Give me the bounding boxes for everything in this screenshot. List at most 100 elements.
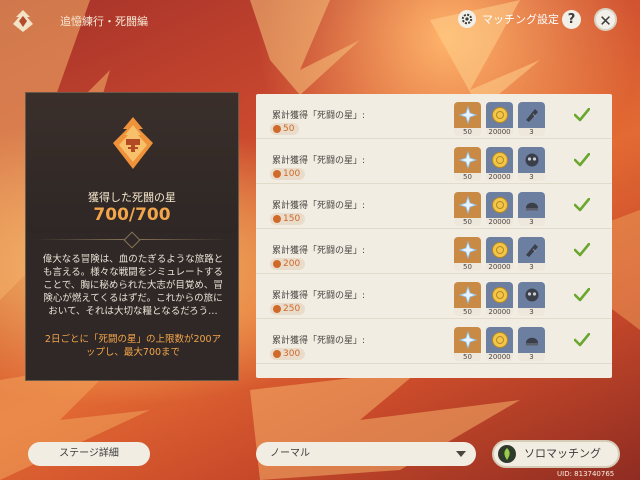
star-summary-header: 獲得した死闘の星 700/700: [26, 93, 238, 233]
reward-item[interactable]: 20000: [486, 192, 513, 226]
claimed-check-icon: [574, 333, 590, 347]
star-gem-icon: [454, 282, 481, 308]
reward-item[interactable]: 50: [454, 192, 481, 226]
star-requirement-value: 200: [283, 259, 301, 269]
reward-row: 累計獲得「死闘の星」: 50 50 20000 3: [256, 94, 612, 139]
star-requirement-value: 100: [283, 169, 301, 179]
star-requirement-badge: 250: [270, 303, 306, 315]
star-gem-icon: [454, 237, 481, 263]
solo-matching-label: ソロマッチング: [524, 447, 601, 460]
reward-item[interactable]: 20000: [486, 237, 513, 271]
reward-item[interactable]: 3: [518, 192, 545, 226]
star-gem-icon: [454, 327, 481, 353]
claimed-check-icon: [574, 243, 590, 257]
star-requirement-badge: 300: [270, 348, 306, 360]
gear-icon: [458, 10, 476, 28]
reward-item[interactable]: 50: [454, 327, 481, 361]
reward-item[interactable]: 20000: [486, 147, 513, 181]
reward-item-count: 3: [518, 308, 545, 316]
reward-item[interactable]: 3: [518, 237, 545, 271]
fight-star-emblem-icon: [113, 117, 153, 169]
helmet-icon: [518, 192, 545, 218]
reward-item-count: 20000: [486, 308, 513, 316]
star-requirement-badge: 200: [270, 258, 306, 270]
stars-earned-value: 700/700: [93, 205, 171, 225]
reward-item-count: 50: [454, 218, 481, 226]
reward-item[interactable]: 50: [454, 282, 481, 316]
solo-match-icon: [498, 445, 516, 463]
reward-item-count: 20000: [486, 128, 513, 136]
star-gem-icon: [454, 192, 481, 218]
reward-row: 累計獲得「死闘の星」: 100 50 20000 3: [256, 139, 612, 184]
mask-icon: [518, 282, 545, 308]
match-settings-button[interactable]: マッチング設定: [458, 10, 559, 28]
top-bar: 追憶練行・死闘編 マッチング設定 ? ✕: [0, 0, 640, 40]
mask-icon: [518, 147, 545, 173]
reward-list: 累計獲得「死闘の星」: 50 50 20000 3 累計獲得「死闘の星」: 100 50 200…: [256, 94, 612, 378]
reward-item[interactable]: 50: [454, 102, 481, 136]
reward-item-count: 50: [454, 263, 481, 271]
close-button[interactable]: ✕: [594, 8, 617, 31]
star-cap-note: 2日ごとに「死闘の星」の上限数が200アップし、最大700まで: [44, 334, 222, 358]
mora-coin-icon: [486, 147, 513, 173]
reward-item-count: 3: [518, 353, 545, 361]
fight-star-icon: [273, 305, 281, 313]
claimed-check-icon: [574, 288, 590, 302]
reward-row: 累計獲得「死闘の星」: 300 50 20000 3: [256, 319, 612, 364]
fight-star-icon: [273, 260, 281, 268]
stage-details-button[interactable]: ステージ詳細: [28, 442, 150, 466]
claimed-check-icon: [574, 153, 590, 167]
star-requirement-value: 300: [283, 349, 301, 359]
page-title: 追憶練行・死闘編: [60, 15, 148, 28]
reward-item[interactable]: 20000: [486, 327, 513, 361]
star-requirement-value: 250: [283, 304, 301, 314]
reward-item[interactable]: 20000: [486, 282, 513, 316]
mora-coin-icon: [486, 192, 513, 218]
help-button[interactable]: ?: [562, 10, 581, 29]
mora-coin-icon: [486, 237, 513, 263]
difficulty-select[interactable]: ノーマル: [256, 442, 476, 466]
difficulty-value: ノーマル: [270, 448, 310, 459]
fight-star-icon: [273, 350, 281, 358]
reward-item-count: 3: [518, 263, 545, 271]
stars-earned-label: 獲得した死闘の星: [88, 191, 176, 204]
reward-item[interactable]: 20000: [486, 102, 513, 136]
fight-star-icon: [273, 170, 281, 178]
divider-ornament: [123, 231, 141, 249]
reward-item-count: 20000: [486, 173, 513, 181]
reward-item-count: 20000: [486, 263, 513, 271]
claimed-check-icon: [574, 108, 590, 122]
star-summary-panel: 獲得した死闘の星 700/700 偉大なる冒険は、血のたぎるような旅路とも言える…: [25, 92, 239, 381]
star-requirement-badge: 150: [270, 213, 306, 225]
event-description: 偉大なる冒険は、血のたぎるような旅路とも言える。様々な戦闘をシミュレートすること…: [42, 254, 224, 317]
reward-item-count: 3: [518, 173, 545, 181]
solo-matching-button[interactable]: ソロマッチング: [492, 440, 620, 468]
mora-coin-icon: [486, 102, 513, 128]
event-logo-icon: [13, 10, 33, 32]
reward-item[interactable]: 3: [518, 102, 545, 136]
star-requirement-badge: 100: [270, 168, 306, 180]
reward-item-count: 50: [454, 353, 481, 361]
match-settings-label: マッチング設定: [482, 13, 559, 26]
reward-item[interactable]: 3: [518, 327, 545, 361]
reward-item-count: 50: [454, 173, 481, 181]
reward-item[interactable]: 50: [454, 147, 481, 181]
reward-item-count: 3: [518, 218, 545, 226]
reward-row: 累計獲得「死闘の星」: 150 50 20000 3: [256, 184, 612, 229]
reward-item-count: 20000: [486, 353, 513, 361]
chevron-down-icon: [456, 451, 466, 457]
fight-star-icon: [273, 125, 281, 133]
reward-row-label: 累計獲得「死闘の星」:: [272, 111, 366, 121]
reward-item-count: 3: [518, 128, 545, 136]
mora-coin-icon: [486, 327, 513, 353]
reward-row-label: 累計獲得「死闘の星」:: [272, 336, 366, 346]
star-requirement-value: 150: [283, 214, 301, 224]
reward-item[interactable]: 3: [518, 282, 545, 316]
star-requirement-badge: 50: [270, 123, 300, 135]
reward-item[interactable]: 50: [454, 237, 481, 271]
reward-row: 累計獲得「死闘の星」: 200 50 20000 3: [256, 229, 612, 274]
reward-item[interactable]: 3: [518, 147, 545, 181]
reward-row-label: 累計獲得「死闘の星」:: [272, 201, 366, 211]
scroll-icon: [518, 102, 545, 128]
mora-coin-icon: [486, 282, 513, 308]
